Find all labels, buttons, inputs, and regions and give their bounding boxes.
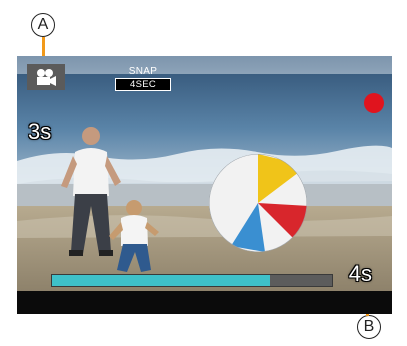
camera-screen: SNAP 4SEC 3s 4s <box>17 56 392 314</box>
movie-camera-icon <box>27 64 65 90</box>
callout-a-text: A <box>37 16 49 33</box>
recording-progress-bar <box>51 274 333 287</box>
recording-progress-fill <box>52 275 271 286</box>
record-indicator-icon <box>364 93 384 113</box>
callout-a-label: A <box>31 13 55 37</box>
snap-duration-value: 4SEC <box>115 78 171 91</box>
callout-b-label: B <box>357 315 381 339</box>
elapsed-time: 3s <box>28 119 52 144</box>
callout-b-text: B <box>363 318 375 335</box>
snap-title: SNAP <box>128 66 158 77</box>
snap-movie-indicator: SNAP 4SEC <box>115 66 171 91</box>
total-time: 4s <box>348 261 372 286</box>
